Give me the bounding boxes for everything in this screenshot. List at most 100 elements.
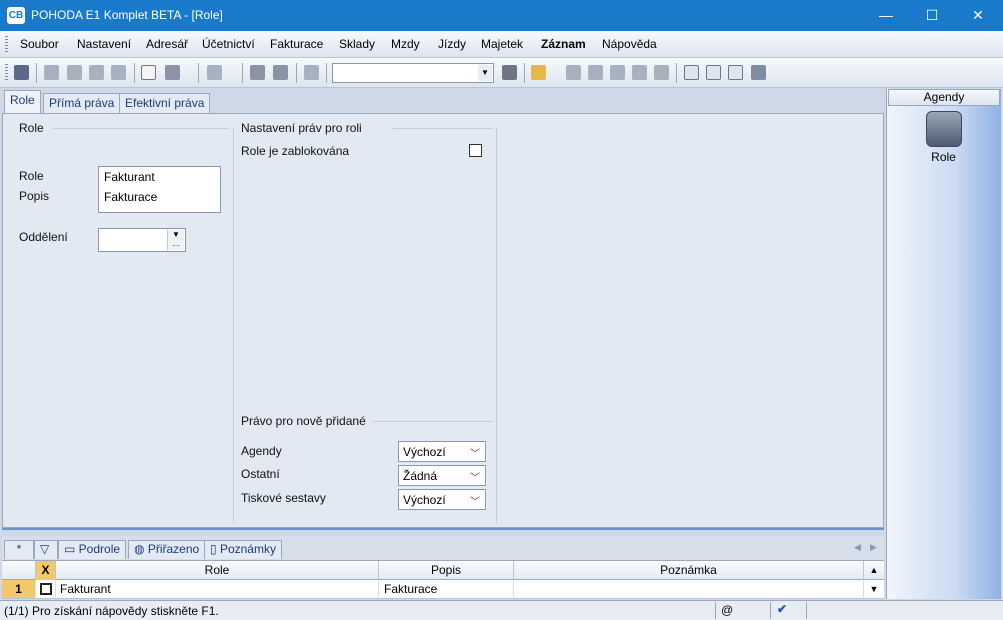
status-bar: (1/1) Pro získání nápovědy stiskněte F1.… (0, 600, 1003, 620)
group-divider (53, 128, 229, 129)
column-header-popis[interactable]: Popis (379, 561, 514, 580)
storage-icon[interactable] (610, 65, 625, 80)
chevron-down-icon: ﹀ (470, 473, 480, 484)
grid-header: X Role Popis Poznámka ▲ (2, 560, 884, 580)
tiskove-select[interactable]: Výchozí ﹀ (398, 489, 486, 510)
section-new-rights-title: Právo pro nově přidané (241, 414, 366, 428)
tab-poznamky-label: Poznámky (219, 542, 276, 556)
oddeleni-picker-button[interactable]: ▼… (167, 230, 184, 250)
role-field[interactable]: Fakturant (104, 170, 155, 184)
menu-ucetnictvi[interactable]: Účetnictví (202, 37, 255, 51)
row-select-checkbox[interactable] (36, 580, 56, 598)
role-label: Role (19, 169, 44, 183)
agenda-item-role[interactable]: Role (887, 150, 1000, 164)
menu-majetek[interactable]: Majetek (481, 37, 523, 51)
tab-poznamky[interactable]: ▯ Poznámky (204, 540, 282, 559)
tab-asterisk[interactable]: * (4, 540, 34, 559)
copy-record-icon[interactable] (44, 65, 59, 80)
tab-podrole-label: Podrole (78, 542, 121, 556)
menubar-grip[interactable] (5, 36, 8, 52)
print-preview-icon[interactable] (89, 65, 104, 80)
users-icon[interactable] (632, 65, 647, 80)
menu-adresar[interactable]: Adresář (146, 37, 188, 51)
column-header-x[interactable]: X (36, 561, 56, 580)
column-header-role[interactable]: Role (56, 561, 379, 580)
status-text: (1/1) Pro získání nápovědy stiskněte F1. (4, 604, 219, 618)
row-number: 1 (2, 580, 36, 598)
agenda-panel-header: Agendy (888, 89, 1000, 106)
filter-icon[interactable] (502, 65, 517, 80)
toolbar-separator (676, 63, 677, 83)
new-record-icon[interactable] (141, 65, 156, 80)
group-divider (373, 421, 493, 422)
tab-prirazeno[interactable]: ◍ Přiřazeno (128, 540, 206, 559)
table-row[interactable]: 1 Fakturant Fakturace ▼ (2, 580, 884, 599)
chevron-down-icon: ﹀ (470, 449, 480, 460)
edit-icon[interactable] (250, 65, 265, 80)
cell-role[interactable]: Fakturant (56, 580, 379, 598)
group-divider (393, 128, 493, 129)
menu-bar: Soubor Nastavení Adresář Účetnictví Fakt… (0, 31, 1003, 58)
notes-icon[interactable] (728, 65, 743, 80)
menu-zaznam[interactable]: Záznam (541, 37, 586, 51)
chevron-down-icon[interactable]: ▼ (478, 65, 492, 81)
role-form-panel: Role Role Popis Fakturant Fakturace Oddě… (2, 113, 884, 528)
agendy-select[interactable]: Výchozí ﹀ (398, 441, 486, 462)
maximize-button[interactable]: ☐ (909, 0, 955, 31)
document-icon: ▯ (210, 542, 220, 556)
column-divider (496, 128, 497, 523)
eraser-icon[interactable] (566, 65, 581, 80)
quick-search-combo[interactable]: ▼ (332, 63, 494, 83)
help-icon[interactable] (751, 65, 766, 80)
tab-efektivni-prava[interactable]: Efektivní práva (119, 93, 211, 113)
print-icon[interactable] (67, 65, 82, 80)
menu-nastaveni[interactable]: Nastavení (77, 37, 131, 51)
confirm-icon[interactable] (165, 65, 180, 80)
role-popis-box: Fakturant Fakturace (98, 166, 221, 213)
back-arrow-icon[interactable] (207, 65, 222, 80)
folder-icon[interactable] (531, 65, 546, 80)
role-blocked-checkbox[interactable] (469, 144, 482, 157)
column-header-poznamka[interactable]: Poznámka (514, 561, 864, 580)
ostatni-select-value: Žádná (403, 469, 438, 483)
cell-popis[interactable]: Fakturace (379, 580, 514, 598)
paste-icon[interactable] (304, 65, 319, 80)
tab-podrole[interactable]: ▭ Podrole (58, 540, 127, 559)
message-icon[interactable] (684, 65, 699, 80)
save-icon[interactable] (273, 65, 288, 80)
menu-soubor[interactable]: Soubor (20, 37, 59, 51)
list-icon[interactable] (706, 65, 721, 80)
menu-napoveda[interactable]: Nápověda (602, 37, 657, 51)
row-number-header (2, 561, 36, 580)
scroll-right-icon[interactable]: ▶ (870, 542, 877, 553)
cell-poznamka[interactable] (514, 580, 864, 598)
tab-prima-prava[interactable]: Přímá práva (43, 93, 121, 113)
menu-jizdy[interactable]: Jízdy (438, 37, 466, 51)
tab-role[interactable]: Role (4, 90, 41, 113)
scroll-left-icon[interactable]: ◀ (854, 542, 861, 553)
minimize-button[interactable]: — (863, 0, 909, 31)
menu-fakturace[interactable]: Fakturace (270, 37, 323, 51)
popis-field[interactable]: Fakturace (104, 190, 157, 204)
exit-icon[interactable] (14, 65, 29, 80)
close-button[interactable]: ✕ (955, 0, 1001, 31)
checkbox-icon (40, 583, 52, 595)
panel-splitter[interactable] (2, 528, 884, 536)
filter-tab-icon[interactable]: ▽ (34, 540, 58, 559)
toolbar-grip[interactable] (5, 64, 8, 82)
scroll-up-icon[interactable]: ▲ (864, 561, 884, 580)
scroll-down-icon[interactable]: ▼ (864, 580, 884, 598)
barcode-icon[interactable] (654, 65, 669, 80)
globe-icon: ◍ (134, 542, 148, 556)
toolbar-separator (242, 63, 243, 83)
oddeleni-field[interactable]: ▼… (98, 228, 186, 252)
menu-sklady[interactable]: Sklady (339, 37, 375, 51)
pohoda-app-icon[interactable]: CB (7, 7, 25, 24)
section-rights-title: Nastavení práv pro roli (241, 121, 362, 135)
ostatni-select[interactable]: Žádná ﹀ (398, 465, 486, 486)
toolbar-separator (296, 63, 297, 83)
disk-icon[interactable] (588, 65, 603, 80)
export-icon[interactable] (111, 65, 126, 80)
keys-icon[interactable] (926, 111, 962, 147)
menu-mzdy[interactable]: Mzdy (391, 37, 420, 51)
